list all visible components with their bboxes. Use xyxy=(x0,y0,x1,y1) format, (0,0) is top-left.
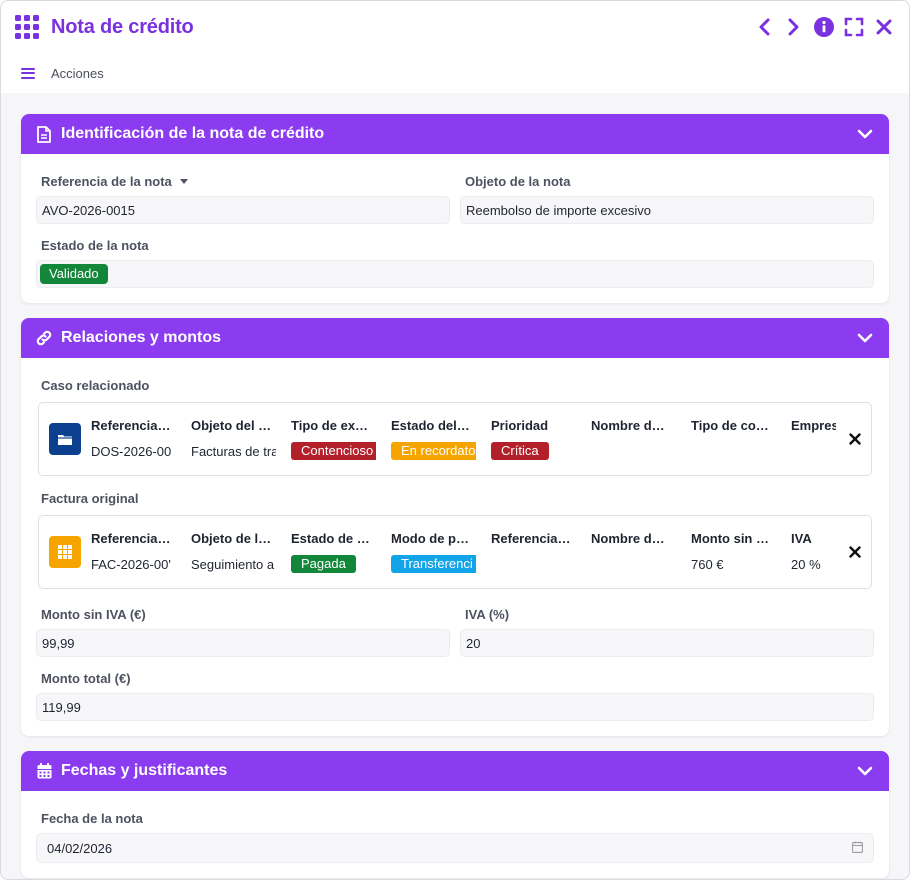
chevron-right-icon[interactable] xyxy=(783,16,805,38)
object-input[interactable]: Reembolso de importe excesivo xyxy=(460,196,874,224)
date-label: Fecha de la nota xyxy=(41,811,143,826)
chevron-down-icon[interactable] xyxy=(857,763,873,779)
panel-dates: Fechas y justificantes Fecha de la nota … xyxy=(21,751,889,878)
app-grid-icon[interactable] xyxy=(15,15,39,39)
invoice-col-value xyxy=(491,555,576,574)
invoice-col-value: FAC-2026-00' xyxy=(91,556,171,572)
field-total: Monto total (€) 119,99 xyxy=(36,671,874,721)
fullscreen-icon[interactable] xyxy=(843,16,865,38)
invoice-col-header: Objeto de l… xyxy=(191,530,272,546)
panel-relations-body: Caso relacionado Referencia… DOS-2026-00 … xyxy=(21,358,889,736)
case-priority-badge: Crítica xyxy=(491,442,549,460)
reference-label: Referencia de la nota xyxy=(41,174,172,189)
case-col-value xyxy=(691,442,776,461)
panel-identification-body: Referencia de la nota AVO-2026-0015 Obje… xyxy=(21,154,889,303)
amount-input[interactable]: 99,99 xyxy=(36,629,450,657)
case-col-header: Empres xyxy=(791,417,836,433)
panel-relations-header[interactable]: Relaciones y montos xyxy=(21,318,889,358)
case-col-header: Objeto del … xyxy=(191,417,272,433)
case-col-header: Estado del… xyxy=(391,417,470,433)
vat-label: IVA (%) xyxy=(465,607,510,622)
date-value: 04/02/2026 xyxy=(47,840,113,856)
field-reference: Referencia de la nota AVO-2026-0015 xyxy=(36,174,450,224)
close-icon[interactable] xyxy=(873,16,895,38)
status-label: Estado de la nota xyxy=(41,238,149,253)
chevron-down-icon[interactable] xyxy=(857,126,873,142)
page-title: Nota de crédito xyxy=(51,15,194,38)
invoice-col-value: Seguimiento a xyxy=(191,556,275,572)
info-icon[interactable] xyxy=(813,16,835,38)
invoice-col-value xyxy=(591,555,676,574)
total-label: Monto total (€) xyxy=(41,671,131,686)
case-col-header: Tipo de ex… xyxy=(291,417,369,433)
panel-identification-title: Identificación de la nota de crédito xyxy=(61,125,325,142)
invoice-col-header: Modo de p… xyxy=(391,530,469,546)
panel-dates-body: Fecha de la nota 04/02/2026 xyxy=(21,791,889,878)
case-col-header: Nombre d… xyxy=(591,417,665,433)
invoice-col-header: Monto sin … xyxy=(691,530,769,546)
folder-icon xyxy=(49,423,81,455)
actions-bar: Acciones xyxy=(1,53,909,93)
field-status: Estado de la nota Validado xyxy=(36,238,874,288)
case-col-value xyxy=(791,442,836,461)
total-input[interactable]: 119,99 xyxy=(36,693,874,721)
document-icon xyxy=(35,125,53,143)
amount-label: Monto sin IVA (€) xyxy=(41,607,146,622)
chevron-down-icon[interactable] xyxy=(857,330,873,346)
case-col-value: DOS-2026-00 xyxy=(91,443,172,459)
status-badge: Validado xyxy=(40,264,108,284)
field-date: Fecha de la nota 04/02/2026 xyxy=(36,811,874,863)
calendar-icon xyxy=(35,762,53,780)
field-object: Objeto de la nota Reembolso de importe e… xyxy=(460,174,874,238)
reference-input[interactable]: AVO-2026-0015 xyxy=(36,196,450,224)
invoice-col-header: IVA xyxy=(791,530,812,546)
link-icon xyxy=(35,329,53,347)
invoice-col-value: 20 % xyxy=(791,556,821,572)
invoice-card[interactable]: Referencia… FAC-2026-00' Objeto de l… Segu… xyxy=(38,515,872,589)
menu-icon[interactable] xyxy=(21,67,35,79)
chevron-left-icon[interactable] xyxy=(753,16,775,38)
panel-dates-title: Fechas y justificantes xyxy=(61,762,228,779)
remove-case-icon[interactable] xyxy=(849,432,861,448)
case-col-header: Referencia… xyxy=(91,417,171,433)
form-content: Identificación de la nota de crédito Ref… xyxy=(1,93,909,878)
panel-identification-header[interactable]: Identificación de la nota de crédito xyxy=(21,114,889,154)
related-case-card[interactable]: Referencia… DOS-2026-00 Objeto del … Factu… xyxy=(38,402,872,476)
calendar-picker-icon[interactable] xyxy=(852,841,863,856)
case-col-value xyxy=(591,442,676,461)
date-input[interactable]: 04/02/2026 xyxy=(36,833,874,863)
invoice-label: Factura original xyxy=(41,491,139,506)
remove-invoice-icon[interactable] xyxy=(849,545,861,561)
field-amount: Monto sin IVA (€) 99,99 xyxy=(36,607,450,657)
status-input[interactable]: Validado xyxy=(36,260,874,288)
case-col-header: Prioridad xyxy=(491,417,549,433)
field-vat: IVA (%) 20 xyxy=(460,607,874,671)
invoice-col-header: Nombre d… xyxy=(591,530,665,546)
caret-down-icon[interactable] xyxy=(179,179,188,184)
table-icon xyxy=(49,536,81,568)
invoice-col-header: Referencia… xyxy=(491,530,571,546)
case-status-badge: En recordato xyxy=(391,442,476,460)
invoice-payment-badge: Transferenci xyxy=(391,555,476,573)
panel-relations: Relaciones y montos Caso relacionado Ref… xyxy=(21,318,889,736)
related-case-label: Caso relacionado xyxy=(41,378,150,393)
invoice-col-header: Estado de … xyxy=(291,530,370,546)
invoice-col-value: 760 € xyxy=(691,556,724,572)
window: Nota de crédito Acciones Identificación … xyxy=(0,0,910,880)
panel-relations-title: Relaciones y montos xyxy=(61,329,222,346)
vat-input[interactable]: 20 xyxy=(460,629,874,657)
reference-label-dropdown[interactable]: Referencia de la nota xyxy=(41,174,450,189)
title-bar: Nota de crédito xyxy=(1,1,909,53)
case-col-value: Facturas de tra xyxy=(191,443,276,459)
case-col-header: Tipo de co… xyxy=(691,417,769,433)
object-label: Objeto de la nota xyxy=(465,174,571,189)
invoice-status-badge: Pagada xyxy=(291,555,356,573)
case-type-badge: Contencioso xyxy=(291,442,376,460)
panel-identification: Identificación de la nota de crédito Ref… xyxy=(21,114,889,303)
panel-dates-header[interactable]: Fechas y justificantes xyxy=(21,751,889,791)
invoice-col-header: Referencia… xyxy=(91,530,171,546)
title-actions xyxy=(753,16,895,38)
actions-menu-label[interactable]: Acciones xyxy=(51,66,104,81)
